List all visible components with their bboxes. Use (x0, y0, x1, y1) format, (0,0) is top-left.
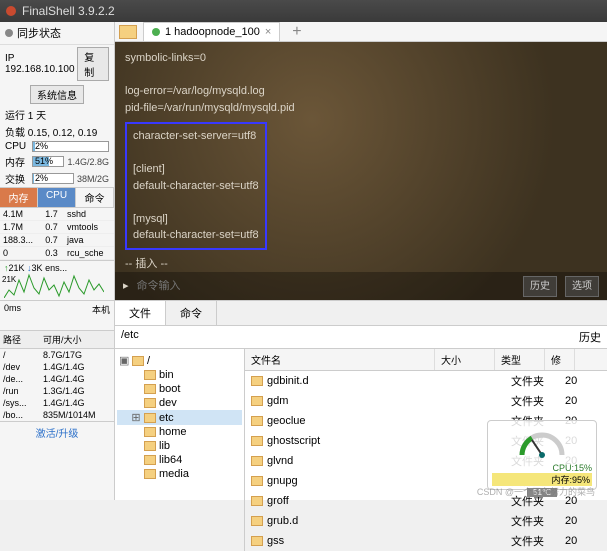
terminal[interactable]: symbolic-links=0 log-error=/var/log/mysq… (115, 42, 607, 300)
col-type[interactable]: 类型 (495, 349, 545, 370)
folder-icon (144, 413, 156, 423)
folder-icon (144, 469, 156, 479)
folder-icon (251, 536, 263, 546)
path-display[interactable]: /etc (121, 329, 139, 345)
folder-icon (132, 356, 144, 366)
process-table: 4.1M1.7sshd 1.7M0.7vmtools 188.3...0.7ja… (0, 208, 114, 260)
folder-icon (144, 370, 156, 380)
mem-meter: 内存 51% 1.4G/2.8G (0, 153, 114, 170)
tab-cpu[interactable]: CPU (38, 188, 76, 207)
sync-status: 同步状态 (0, 22, 114, 45)
folder-icon (144, 384, 156, 394)
list-item: grub.d文件夹20 (245, 511, 607, 531)
upgrade-link[interactable]: 激活/升级 (0, 421, 114, 443)
tab-bar: 1 hadoopnode_100 × + (115, 22, 607, 42)
list-item: gdm文件夹20 (245, 391, 607, 411)
copy-button[interactable]: 复制 (77, 47, 109, 81)
tab-mem[interactable]: 内存 (0, 188, 38, 207)
folder-icon (251, 436, 263, 446)
tab-files[interactable]: 文件 (115, 301, 166, 325)
tab-commands[interactable]: 命令 (166, 301, 217, 325)
command-input[interactable] (137, 280, 515, 292)
col-name[interactable]: 文件名 (245, 349, 435, 370)
window-dot-icon (6, 6, 16, 16)
system-info-button[interactable]: 系统信息 (30, 85, 84, 104)
col-size[interactable]: 大小 (435, 349, 495, 370)
terminal-icon: ▸ (123, 278, 129, 295)
col-mod[interactable]: 修 (545, 349, 575, 370)
folder-icon (144, 398, 156, 408)
folder-icon (144, 427, 156, 437)
add-tab-button[interactable]: + (286, 23, 307, 41)
latency-spark: 0ms本机 (0, 300, 114, 330)
close-icon[interactable]: × (265, 26, 271, 38)
disk-table: 路径可用/大小 /8.7G/17G /dev1.4G/1.4G /de...1.… (0, 330, 114, 421)
sync-label: 同步状态 (17, 25, 61, 41)
folder-icon (251, 476, 263, 486)
metric-tabs: 内存 CPU 命令 (0, 187, 114, 208)
session-tab[interactable]: 1 hadoopnode_100 × (143, 22, 280, 41)
swap-meter: 交换 2% 38M/2G (0, 170, 114, 187)
folder-icon[interactable] (119, 25, 137, 39)
sparkline-icon (4, 270, 104, 298)
tab-cmd[interactable]: 命令 (76, 188, 114, 207)
options-button[interactable]: 选项 (565, 276, 599, 297)
watermark: CSDN @一个正在努力的菜鸟 (477, 485, 595, 498)
cpu-meter: CPU 2% (0, 140, 114, 153)
folder-icon (251, 516, 263, 526)
folder-icon (251, 456, 263, 466)
highlight-box: character-set-server=utf8 [client] defau… (125, 122, 267, 250)
ip-address: IP 192.168.10.100 (5, 53, 77, 75)
folder-icon (251, 416, 263, 426)
uptime: 运行 1 天 (0, 106, 114, 123)
tab-label: 1 hadoopnode_100 (165, 26, 260, 38)
network-spark: ↑21K ↓3K ens... 21K (0, 260, 114, 300)
folder-icon (251, 496, 263, 506)
folder-icon (144, 441, 156, 451)
app-title: FinalShell 3.9.2.2 (22, 4, 115, 18)
status-green-icon (152, 28, 160, 36)
status-dot-icon (5, 29, 13, 37)
sidebar: 同步状态 IP 192.168.10.100 复制 系统信息 运行 1 天 负载… (0, 22, 115, 500)
history-button[interactable]: 历史 (523, 276, 557, 297)
folder-icon (144, 455, 156, 465)
load-avg: 负载 0.15, 0.12, 0.19 (0, 123, 114, 140)
command-bar: ▸ 历史 选项 (115, 272, 607, 300)
gauge-icon (517, 425, 567, 463)
titlebar: FinalShell 3.9.2.2 (0, 0, 607, 22)
folder-icon (251, 396, 263, 406)
folder-icon (251, 376, 263, 386)
folder-tree[interactable]: ▣/ bin boot dev ⊞etc home lib lib64 medi… (115, 349, 245, 551)
list-item: gss文件夹20 (245, 531, 607, 551)
list-item: gdbinit.d文件夹20 (245, 371, 607, 391)
resource-gauge: CPU:15% 内存:95% 51℃ (487, 420, 597, 490)
file-history-button[interactable]: 历史 (579, 329, 601, 345)
